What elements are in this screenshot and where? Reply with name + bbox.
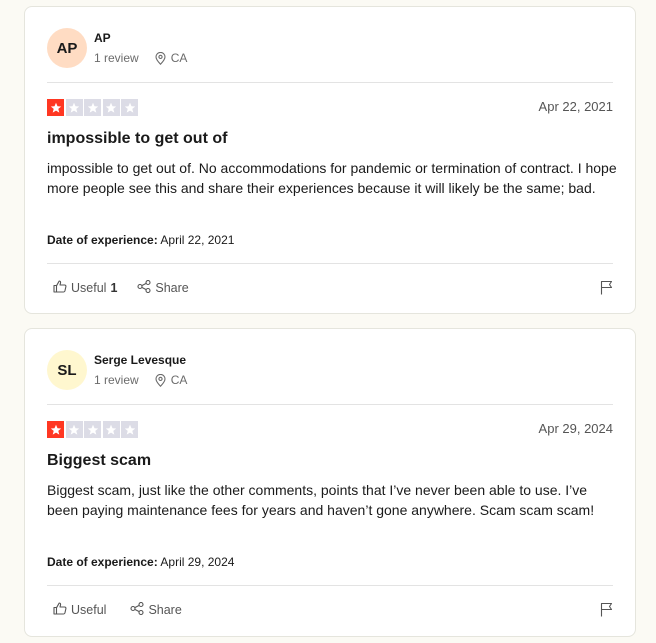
divider xyxy=(47,263,613,264)
useful-button[interactable]: Useful xyxy=(53,602,110,618)
useful-label: Useful xyxy=(71,603,107,617)
review-actions: Useful 1 Share xyxy=(53,279,189,296)
reviewer-name[interactable]: AP xyxy=(94,31,111,45)
star-empty-icon xyxy=(65,99,83,116)
review-date: Apr 29, 2024 xyxy=(538,421,613,436)
thumbs-up-icon xyxy=(53,602,67,618)
avatar[interactable]: SL xyxy=(47,350,87,390)
star-empty-icon xyxy=(65,421,83,438)
reviewer-country: CA xyxy=(170,51,188,65)
flag-icon[interactable] xyxy=(600,280,613,300)
review-card: AP AP 1 review CA Apr 22, 2021 impossibl… xyxy=(24,6,636,314)
share-icon xyxy=(130,601,144,618)
review-body: Biggest scam, just like the other commen… xyxy=(47,482,595,518)
date-of-experience: Date of experience: April 22, 2021 xyxy=(47,233,234,247)
review-actions: Useful Share xyxy=(53,601,182,618)
flag-icon[interactable] xyxy=(600,602,613,622)
review-count: 1 review xyxy=(94,373,139,387)
review-count: 1 review xyxy=(94,51,139,65)
review-title[interactable]: impossible to get out of xyxy=(47,130,227,148)
date-of-experience-value: April 22, 2021 xyxy=(160,233,235,247)
star-empty-icon xyxy=(84,99,101,116)
star-empty-icon xyxy=(121,99,138,116)
share-button[interactable]: Share xyxy=(130,601,182,618)
review-date: Apr 22, 2021 xyxy=(538,99,613,114)
share-icon xyxy=(137,279,151,296)
thumbs-up-icon xyxy=(53,280,67,296)
divider xyxy=(47,585,613,586)
reviewer-meta: 1 review CA xyxy=(94,373,187,387)
star-empty-icon xyxy=(102,421,120,438)
date-of-experience-label: Date of experience: xyxy=(47,233,158,247)
date-of-experience-label: Date of experience: xyxy=(47,555,158,569)
useful-count: 1 xyxy=(110,281,118,295)
star-filled-icon xyxy=(47,421,64,438)
divider xyxy=(47,82,613,83)
star-rating xyxy=(47,99,138,116)
date-of-experience: Date of experience: April 29, 2024 xyxy=(47,555,234,569)
star-empty-icon xyxy=(102,99,120,116)
star-empty-icon xyxy=(121,421,138,438)
review-body: impossible to get out of. No accommodati… xyxy=(47,160,617,196)
review-card: SL Serge Levesque 1 review CA Apr 29, 20… xyxy=(24,328,636,637)
useful-button[interactable]: Useful 1 xyxy=(53,280,117,296)
divider xyxy=(47,404,613,405)
star-empty-icon xyxy=(84,421,101,438)
star-filled-icon xyxy=(47,99,64,116)
share-label: Share xyxy=(148,603,182,617)
reviewer-name[interactable]: Serge Levesque xyxy=(94,353,186,367)
reviewer-meta: 1 review CA xyxy=(94,51,187,65)
location-pin-icon xyxy=(155,373,166,387)
reviewer-country: CA xyxy=(170,373,188,387)
star-rating xyxy=(47,421,138,438)
location-pin-icon xyxy=(155,51,166,65)
share-button[interactable]: Share xyxy=(137,279,189,296)
avatar[interactable]: AP xyxy=(47,28,87,68)
date-of-experience-value: April 29, 2024 xyxy=(160,555,235,569)
useful-label: Useful xyxy=(71,281,107,295)
review-title[interactable]: Biggest scam xyxy=(47,452,151,470)
share-label: Share xyxy=(155,281,189,295)
